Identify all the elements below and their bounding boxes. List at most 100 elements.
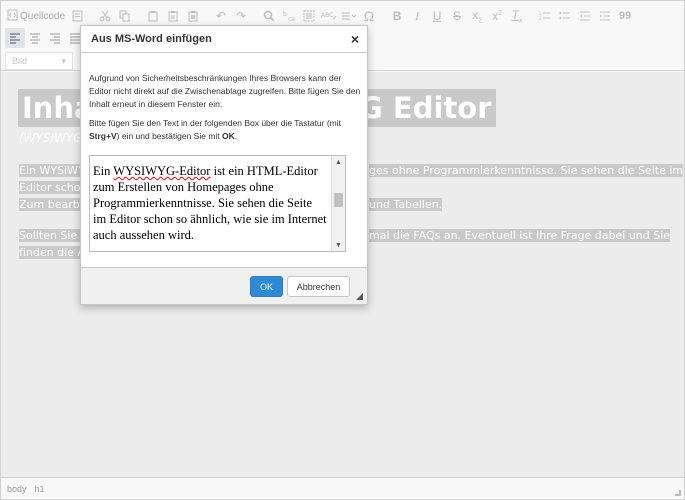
dialog-footer: OK Abbrechen — [81, 267, 367, 304]
toolbar-row-1: Quellcode ↶ ↷ b ca ABC Ω B I U S x2 x2 T… — [5, 6, 635, 26]
spellcheck-icon: ABC — [321, 12, 337, 20]
align-center-button[interactable] — [25, 28, 45, 48]
paste-textarea[interactable]: Ein WYSIWYG-Editor ist ein HTML-Editor z… — [89, 155, 346, 252]
remove-format-icon: Tx — [511, 7, 523, 25]
cut-button[interactable] — [95, 6, 115, 26]
blockquote-button[interactable]: 99 — [615, 6, 635, 26]
undo-icon: ↶ — [216, 9, 227, 23]
align-right-button[interactable] — [45, 28, 65, 48]
numbered-list-icon: 12 — [539, 11, 551, 21]
toolbar-row-3: Bild ▾ — [5, 52, 73, 70]
clipboard-icon — [148, 11, 158, 22]
spellcheck-button[interactable]: ABC — [319, 6, 339, 26]
path-body[interactable]: body — [7, 484, 27, 494]
superscript-button[interactable]: x2 — [487, 6, 507, 26]
content-p2-right-1: mal die FAQs an. Eventuell ist Ihre Frag… — [369, 229, 671, 242]
format-dropdown-value: Bild — [12, 56, 28, 66]
align-left-icon — [10, 33, 20, 44]
ok-button[interactable]: OK — [250, 276, 283, 297]
select-all-icon — [303, 10, 315, 22]
content-p1-left-1: Ein WYSIWY — [19, 164, 85, 177]
align-center-icon — [30, 33, 40, 44]
bold-button[interactable]: B — [387, 6, 407, 26]
bullet-list-icon — [559, 12, 571, 19]
underline-icon: U — [432, 9, 442, 23]
strikethrough-icon: S — [453, 9, 462, 23]
content-p1-right-1: ges ohne Programmierkenntnisse. Sie sehe… — [369, 164, 684, 177]
source-icon — [7, 9, 18, 24]
paste-text-button[interactable] — [163, 6, 183, 26]
redo-icon: ↷ — [236, 9, 247, 23]
paste-scrollbar[interactable]: ▲ ▼ — [331, 156, 345, 251]
numbered-list-button[interactable]: 12 — [535, 6, 555, 26]
strikethrough-button[interactable]: S — [447, 6, 467, 26]
bold-icon: B — [392, 9, 402, 23]
paste-from-word-dialog: Aus MS-Word einfügen × Aufgrund von Sich… — [80, 25, 368, 305]
dialog-title: Aus MS-Word einfügen — [91, 33, 212, 45]
format-dropdown[interactable]: Bild ▾ — [5, 52, 73, 70]
paste-button[interactable] — [143, 6, 163, 26]
quote-icon: 99 — [618, 10, 632, 22]
svg-text:2: 2 — [539, 16, 542, 21]
editor-statusbar: body h1 — [1, 477, 684, 499]
outdent-button[interactable] — [575, 6, 595, 26]
preview-button[interactable] — [67, 6, 87, 26]
scissors-icon — [99, 10, 111, 22]
toolbar-row-2 — [5, 28, 85, 48]
content-p2-left-1: Sollten Sie F — [19, 229, 88, 242]
scroll-down-icon[interactable]: ▼ — [332, 239, 345, 251]
clipboard-text-icon — [168, 11, 178, 22]
svg-text:b: b — [283, 11, 287, 18]
cancel-button[interactable]: Abbrechen — [287, 276, 350, 297]
dialog-message-2: Bitte fügen Sie den Text in der folgende… — [89, 118, 342, 141]
language-icon — [342, 12, 357, 20]
copy-icon — [119, 10, 130, 22]
indent-button[interactable] — [595, 6, 615, 26]
align-left-button[interactable] — [5, 28, 25, 48]
svg-text:ca: ca — [288, 16, 295, 22]
source-button[interactable]: Quellcode — [5, 6, 67, 26]
copy-button[interactable] — [115, 6, 135, 26]
clipboard-word-icon — [188, 11, 198, 22]
underline-button[interactable]: U — [427, 6, 447, 26]
source-label: Quellcode — [20, 10, 66, 22]
misspelled-word: WYSIWYG-Editor — [113, 164, 211, 178]
resize-grip-icon[interactable] — [675, 490, 681, 496]
undo-button[interactable]: ↶ — [211, 6, 231, 26]
content-p1-right-3: und Tabellen. — [369, 198, 443, 211]
scroll-up-icon[interactable]: ▲ — [332, 156, 345, 168]
content-heading-right: G Editor — [355, 89, 496, 127]
chevron-down-icon: ▾ — [61, 55, 66, 66]
content-p1-left-2: Editor scho — [19, 181, 81, 194]
search-icon — [263, 10, 275, 22]
dialog-resize-icon[interactable] — [356, 293, 363, 300]
paste-word-button[interactable] — [183, 6, 203, 26]
replace-icon: bca — [283, 11, 295, 22]
special-char-button[interactable]: Ω — [359, 6, 379, 26]
outdent-icon — [580, 11, 591, 21]
close-icon[interactable]: × — [351, 31, 359, 47]
bullet-list-button[interactable] — [555, 6, 575, 26]
dialog-message-1: Aufgrund von Sicherheitsbeschränkungen I… — [89, 73, 361, 109]
indent-icon — [600, 11, 611, 21]
remove-format-button[interactable]: Tx — [507, 6, 527, 26]
dialog-header[interactable]: Aus MS-Word einfügen — [81, 26, 367, 53]
content-p1-left-3: Zum bearbe — [19, 198, 87, 211]
select-all-button[interactable] — [299, 6, 319, 26]
italic-icon: I — [415, 8, 420, 23]
document-preview-icon — [72, 10, 83, 22]
subscript-icon: x2 — [472, 7, 482, 25]
superscript-icon: x2 — [492, 9, 502, 23]
find-button[interactable] — [259, 6, 279, 26]
omega-icon: Ω — [363, 8, 375, 24]
scroll-thumb[interactable] — [334, 193, 343, 207]
redo-button[interactable]: ↷ — [231, 6, 251, 26]
content-p2-left-2: finden die A — [19, 246, 85, 259]
subscript-button[interactable]: x2 — [467, 6, 487, 26]
italic-button[interactable]: I — [407, 6, 427, 26]
language-button[interactable] — [339, 6, 359, 26]
replace-button[interactable]: b ca — [279, 6, 299, 26]
path-h1[interactable]: h1 — [35, 484, 45, 494]
svg-text:ABC: ABC — [321, 12, 333, 19]
dialog-message: Aufgrund von Sicherheitsbeschränkungen I… — [89, 72, 361, 149]
